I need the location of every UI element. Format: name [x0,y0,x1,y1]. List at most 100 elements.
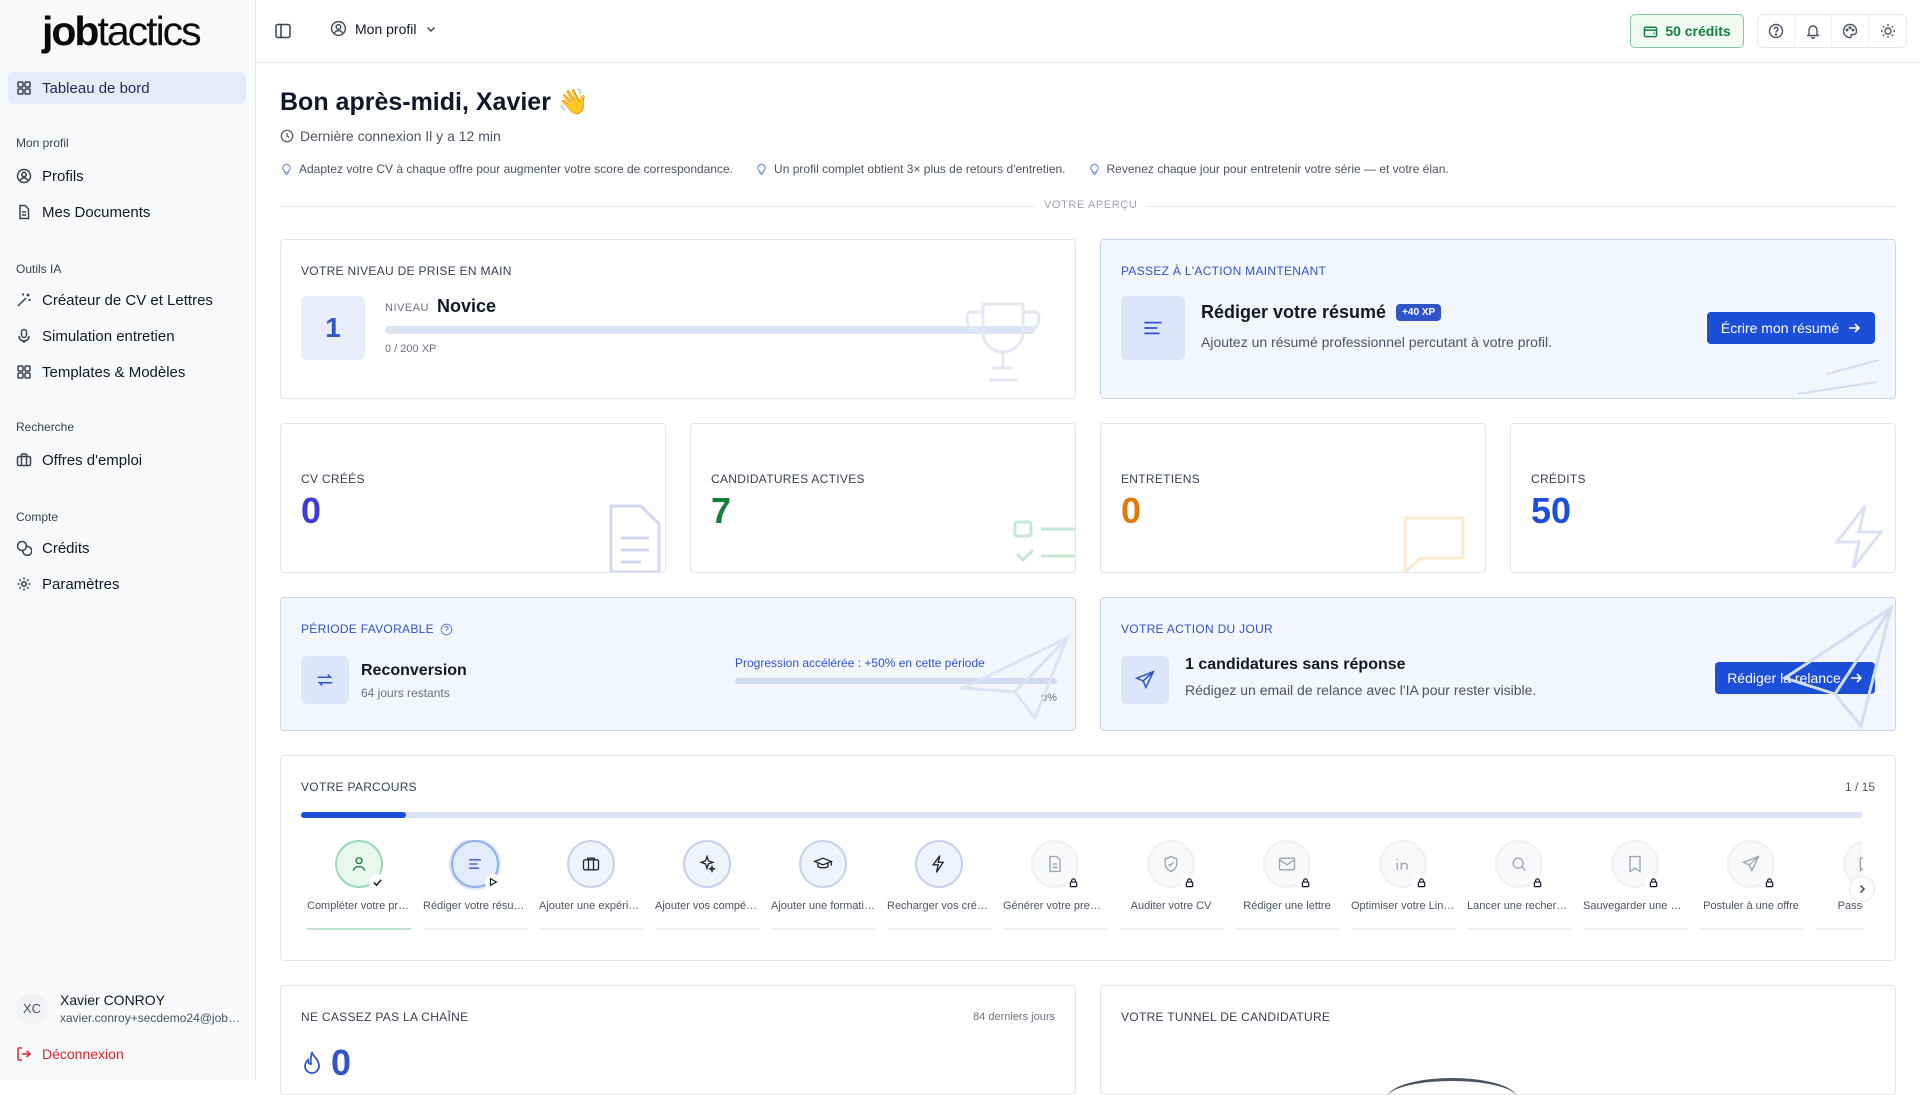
sidebar-item-label: Crédits [42,539,90,557]
period-icon-box [301,656,349,704]
journey-step-circle [799,840,847,888]
journey-step[interactable]: Postuler à une offre [1693,840,1809,930]
stat-value: 0 [1121,490,1142,531]
sidebar-item-label: Offres d'emploi [42,451,143,469]
journey-step[interactable]: Recharger vos crédits [881,840,997,930]
period-remaining: 64 jours restants [361,686,450,700]
journey-step-label: Ajouter une formation [771,900,875,912]
help-icon[interactable] [440,623,453,636]
lightbulb-icon [282,163,291,175]
stat-card-cv: CV CRÉÉS 0 [280,423,666,573]
sidebar-item-interview-sim[interactable]: Simulation entretien [8,320,246,352]
write-summary-button[interactable]: Écrire mon résumé [1707,312,1875,344]
lock-icon [1529,874,1545,890]
stat-value: 0 [301,490,322,531]
daily-action-title: VOTRE ACTION DU JOUR [1121,622,1274,636]
sidebar-item-templates[interactable]: Templates & Modèles [8,356,246,388]
profile-dropdown[interactable]: Mon profil [330,20,438,37]
journey-step[interactable]: Générer votre premier CV [997,840,1113,930]
sidebar-item-settings[interactable]: Paramètres [8,568,246,600]
journey-step[interactable]: Ajouter vos compétences [649,840,765,930]
next-action-card: PASSEZ À L'ACTION MAINTENANT Rédiger vot… [1100,239,1896,399]
sidebar-item-documents[interactable]: Mes Documents [8,196,246,228]
journey-step[interactable]: Sauvegarder une offre [1577,840,1693,930]
journey-step-circle [335,840,385,890]
period-card-title: PÉRIODE FAVORABLE [301,622,453,636]
journey-step[interactable]: Ajouter une expérience [533,840,649,930]
xp-progress-bar [385,326,1035,334]
sidebar-item-cv-creator[interactable]: Créateur de CV et Lettres [8,284,246,316]
notifications-button[interactable] [1795,15,1832,47]
check-icon [369,874,385,890]
journey-step-circle [1147,840,1197,890]
last-login: Dernière connexion Il y a 12 min [280,128,501,144]
sidebar-item-label: Tableau de bord [42,79,150,97]
wallet-icon [1643,26,1658,37]
journey-step[interactable]: Rédiger une lettre [1229,840,1345,930]
sidebar-item-label: Simulation entretien [42,327,175,345]
sidebar-toggle-icon[interactable] [274,22,292,40]
send-icon [1741,855,1760,873]
stat-label: ENTRETIENS [1121,472,1201,486]
logout-label: Déconnexion [42,1046,124,1062]
linkedin-icon [1396,859,1408,870]
avatar: XC [16,992,48,1025]
sidebar-item-job-offers[interactable]: Offres d'emploi [8,444,246,476]
journey-step-underline [539,928,643,930]
journey-step[interactable]: Optimiser votre LinkedIn [1345,840,1461,930]
xp-text: 0 / 200 XP [385,343,437,355]
next-action-description: Ajoutez un résumé professionnel percutan… [1201,334,1552,350]
journey-step[interactable]: Auditer votre CV [1113,840,1229,930]
logout-button[interactable]: Déconnexion [16,1046,124,1062]
user-icon [352,857,366,871]
sidebar-item-label: Templates & Modèles [42,363,186,381]
user-profile[interactable]: XC Xavier CONROY xavier.conroy+secdemo24… [16,992,242,1025]
tip-text: Revenez chaque jour pour entretenir votr… [1106,162,1449,176]
lock-icon [1065,874,1081,890]
journey-step-label: Ajouter vos compétences [655,900,759,912]
palette-icon [1842,23,1858,39]
journey-step[interactable]: Lancer une recherche [1461,840,1577,930]
journey-step-underline [887,928,991,930]
journey-step[interactable]: Compléter votre profil [301,840,417,930]
journey-step-underline [655,928,759,930]
journey-step-label: Lancer une recherche [1467,900,1571,912]
steps-next-button[interactable] [1849,876,1875,902]
journey-step[interactable]: Ajouter une formation [765,840,881,930]
chat-icon [1859,857,1863,873]
level-card: VOTRE NIVEAU DE PRISE EN MAIN 1 NIVEAU N… [280,239,1076,399]
credits-button[interactable]: 50 crédits [1630,14,1744,48]
topbar: Mon profil 50 crédits [256,0,1920,63]
journey-step-circle [1727,840,1777,890]
sidebar: jobtactics Tableau de bord Mon profil Pr… [0,0,256,1080]
help-button[interactable] [1758,15,1795,47]
sidebar-item-profiles[interactable]: Profils [8,160,246,192]
journey-title: VOTRE PARCOURS [301,780,417,794]
level-label: NIVEAU [385,302,429,314]
sidebar-item-dashboard[interactable]: Tableau de bord [8,72,246,104]
theme-toggle-button[interactable] [1869,15,1906,47]
play-icon [485,874,501,890]
briefcase-icon [582,857,600,871]
journey-step-circle [1263,840,1313,890]
shield-check-icon [1164,855,1178,873]
tips-row: Adaptez votre CV à chaque offre pour aug… [280,162,1449,176]
journey-step[interactable]: Rédiger votre résumé [417,840,533,930]
decorative-lines [1796,359,1880,395]
topbar-icon-group [1757,14,1907,48]
mail-icon [1278,857,1296,871]
lightbulb-icon [1089,163,1099,175]
sidebar-section-profile: Mon profil [16,136,69,150]
repeat-icon [317,673,333,687]
logo[interactable]: jobtactics [42,8,202,55]
next-action-heading-text: Rédiger votre résumé [1201,302,1387,322]
lock-icon [1761,874,1777,890]
sidebar-item-label: Profils [42,167,84,185]
journey-step-circle [683,840,731,888]
sidebar-item-credits[interactable]: Crédits [8,532,246,564]
lock-icon [1645,874,1661,890]
sidebar-section-search: Recherche [16,420,75,434]
bell-icon [1806,25,1820,39]
theme-palette-button[interactable] [1832,15,1869,47]
tip-text: Adaptez votre CV à chaque offre pour aug… [299,162,734,176]
